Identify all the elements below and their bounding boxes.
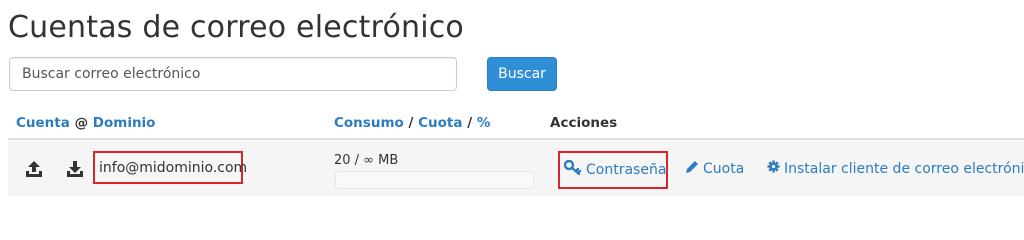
slash-separator: / [408,115,414,131]
search-button[interactable]: Buscar [487,57,557,91]
usage-progress-bar [335,171,534,189]
search-input[interactable] [9,57,457,91]
sort-usage-link[interactable]: Consumo [334,115,404,131]
table-row: info@midominio.com 20 / ∞ MB Contraseña … [8,141,1024,196]
sort-percent-link[interactable]: % [477,115,491,131]
sort-quota-link[interactable]: Cuota [418,115,462,131]
upload-icon[interactable] [24,159,44,179]
usage-text: 20 / ∞ MB [334,153,399,168]
slash-separator: / [467,115,473,131]
table-header: Cuenta @ Dominio Consumo / Cuota / % Acc… [8,110,1024,140]
quota-label: Cuota [703,161,745,177]
key-icon [563,159,582,180]
email-address: info@midominio.com [93,151,247,184]
change-password-label: Contraseña [586,162,667,178]
download-icon[interactable] [65,159,85,179]
sort-account-link[interactable]: Cuenta [16,115,70,131]
column-header-usage: Consumo / Cuota / % [334,115,490,131]
change-password-link[interactable]: Contraseña [558,151,668,189]
quota-link[interactable]: Cuota [685,160,744,178]
column-header-actions: Acciones [550,115,618,131]
install-mail-client-label: Instalar cliente de correo electrónico [784,160,1024,177]
at-separator: @ [74,115,89,131]
column-header-account: Cuenta @ Dominio [16,115,155,131]
install-mail-client-link[interactable]: Instalar cliente de correo electrónico [767,160,1024,177]
page-title: Cuentas de correo electrónico [8,10,464,45]
pencil-icon [685,160,699,178]
gear-icon [767,160,780,177]
sort-domain-link[interactable]: Dominio [93,115,156,131]
